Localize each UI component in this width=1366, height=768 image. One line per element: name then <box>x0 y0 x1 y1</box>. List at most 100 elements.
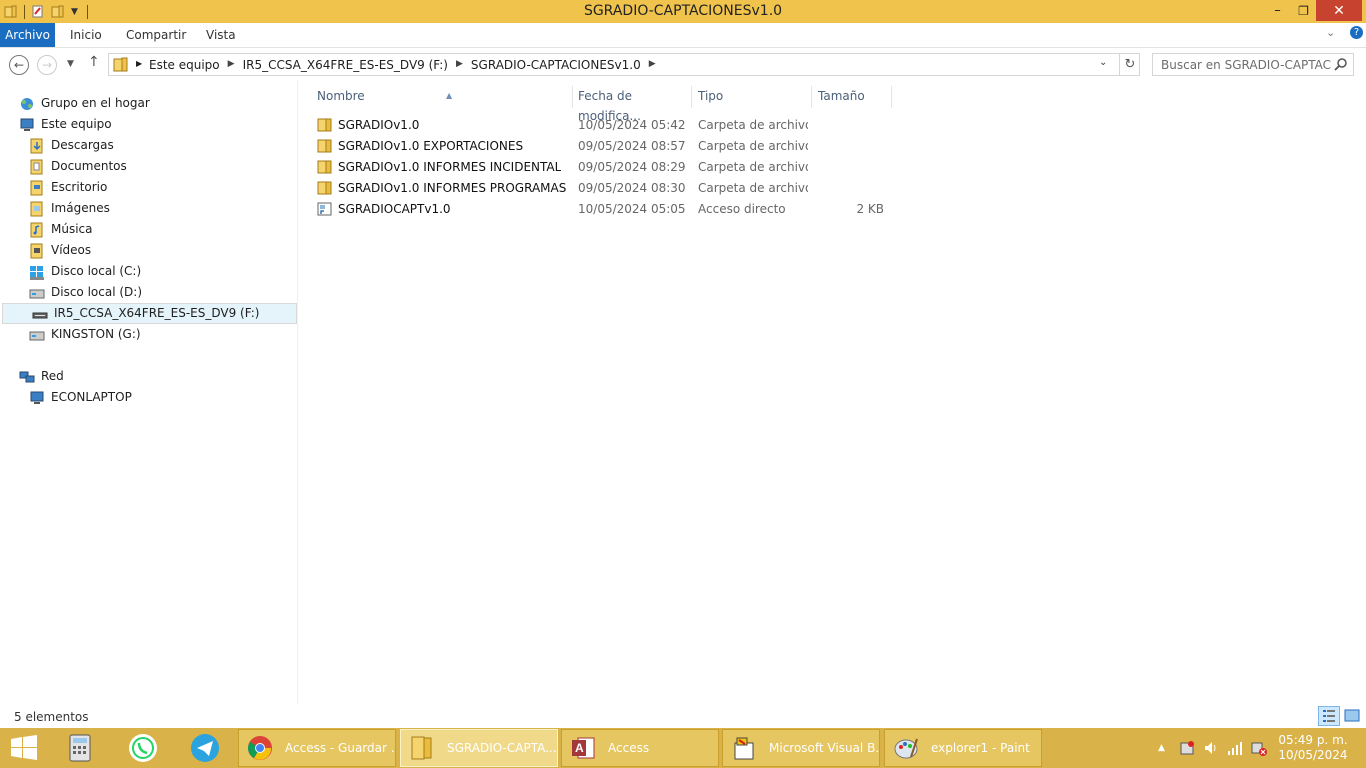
breadcrumb-separator-icon[interactable]: ▶ <box>228 59 235 73</box>
taskbar-task-access[interactable]: A Access <box>561 729 719 767</box>
telegram-pinned[interactable] <box>185 732 225 764</box>
refresh-button[interactable]: ↻ <box>1119 54 1140 75</box>
system-tray: ▲ <box>1158 728 1267 768</box>
nav-homegroup[interactable]: Grupo en el hogar <box>19 93 150 114</box>
column-header-name[interactable]: Nombre ▲ <box>311 86 573 108</box>
column-header-size[interactable]: Tamaño <box>812 86 892 108</box>
list-item[interactable]: SGRADIOCAPTv1.0 10/05/2024 05:05 ... Acc… <box>311 199 891 220</box>
show-hidden-icons-icon[interactable]: ▲ <box>1158 743 1165 753</box>
search-input[interactable]: Buscar en SGRADIO-CAPTACI... <box>1161 58 1331 72</box>
whatsapp-icon <box>129 734 157 762</box>
minimize-button[interactable]: – <box>1264 0 1291 21</box>
file-date: 10/05/2024 05:42 ... <box>578 118 688 132</box>
file-date: 10/05/2024 05:05 ... <box>578 202 688 216</box>
nav-item-drive-f[interactable]: IR5_CCSA_X64FRE_ES-ES_DV9 (F:) <box>2 303 297 324</box>
arrow-left-icon: ← <box>13 58 25 72</box>
svg-text:A: A <box>575 741 584 755</box>
taskbar-task-paint[interactable]: explorer1 - Paint <box>884 729 1042 767</box>
nav-item-econlaptop[interactable]: ECONLAPTOP <box>29 387 132 408</box>
nav-item-imagenes[interactable]: Imágenes <box>29 198 110 219</box>
taskbar-task-explorer[interactable]: SGRADIO-CAPTA... <box>400 729 558 767</box>
tab-archivo[interactable]: Archivo <box>0 23 55 47</box>
nav-label: ECONLAPTOP <box>51 390 132 404</box>
volume-icon[interactable] <box>1203 740 1219 756</box>
nav-item-documentos[interactable]: Documentos <box>29 156 127 177</box>
forward-button[interactable]: → <box>37 55 57 75</box>
calculator-icon <box>69 734 91 762</box>
file-list: Nombre ▲ Fecha de modifica... Tipo Tamañ… <box>299 80 1366 704</box>
list-item[interactable]: SGRADIOv1.0 10/05/2024 05:42 ... Carpeta… <box>311 115 891 136</box>
expand-ribbon-icon[interactable]: ⌄ <box>1326 26 1335 39</box>
usb-drive-icon <box>29 331 45 340</box>
file-type: Acceso directo <box>698 202 786 216</box>
computer-icon <box>30 391 44 404</box>
breadcrumb-drive[interactable]: IR5_CCSA_X64FRE_ES-ES_DV9 (F:) <box>243 58 448 72</box>
column-header-label: Tipo <box>698 89 724 103</box>
breadcrumb-separator-icon[interactable]: ▶ <box>456 59 463 73</box>
start-button[interactable] <box>4 732 44 764</box>
file-name: SGRADIOv1.0 EXPORTACIONES <box>338 139 524 153</box>
nav-item-disco-c[interactable]: Disco local (C:) <box>29 261 141 282</box>
file-type: Carpeta de archivos <box>698 118 808 132</box>
action-center-icon[interactable] <box>1179 740 1195 756</box>
nav-item-kingston[interactable]: KINGSTON (G:) <box>29 324 141 345</box>
list-item[interactable]: SGRADIOv1.0 INFORMES PROGRAMAS 09/05/202… <box>311 178 891 199</box>
nav-item-disco-d[interactable]: Disco local (D:) <box>29 282 142 303</box>
folder-icon <box>317 118 332 132</box>
up-button[interactable]: ↑ <box>88 54 100 70</box>
nav-item-descargas[interactable]: Descargas <box>29 135 114 156</box>
column-header-date[interactable]: Fecha de modifica... <box>572 86 692 123</box>
search-box[interactable]: Buscar en SGRADIO-CAPTACI... <box>1152 53 1354 76</box>
tab-inicio[interactable]: Inicio <box>70 23 102 47</box>
maximize-button[interactable]: ❐ <box>1290 0 1317 21</box>
nav-label: Descargas <box>51 138 114 152</box>
network-status-icon[interactable] <box>1251 740 1267 756</box>
back-button[interactable]: ← <box>9 55 29 75</box>
nav-label: Música <box>51 222 93 236</box>
nav-this-pc[interactable]: Este equipo <box>19 114 112 135</box>
clock-date: 10/05/2024 <box>1278 748 1348 762</box>
title-bar[interactable]: ▼ SGRADIO-CAPTACIONESv1.0 – ❐ ✕ <box>0 0 1366 23</box>
paint-icon <box>894 738 918 759</box>
signal-icon[interactable] <box>1227 740 1243 756</box>
calculator-pinned[interactable] <box>60 732 100 764</box>
list-item[interactable]: SGRADIOv1.0 EXPORTACIONES 09/05/2024 08:… <box>311 136 891 157</box>
address-history-dropdown[interactable]: ⌄ <box>1099 57 1107 68</box>
column-header-label: Nombre <box>317 89 365 103</box>
recent-locations-icon[interactable]: ▼ <box>67 59 74 69</box>
nav-label: KINGSTON (G:) <box>51 327 141 341</box>
nav-label: Documentos <box>51 159 127 173</box>
music-folder-icon <box>30 222 43 237</box>
column-header-type[interactable]: Tipo <box>692 86 812 108</box>
search-icon[interactable] <box>1334 57 1348 71</box>
address-bar[interactable]: ▶ Este equipo ▶ IR5_CCSA_X64FRE_ES-ES_DV… <box>108 53 1140 76</box>
large-icons-view-button[interactable] <box>1341 706 1363 726</box>
breadcrumb-current-folder[interactable]: SGRADIO-CAPTACIONESv1.0 <box>471 58 641 72</box>
nav-item-escritorio[interactable]: Escritorio <box>29 177 107 198</box>
ribbon-tabs: Archivo Inicio Compartir Vista ⌄ ? <box>0 23 1366 48</box>
breadcrumb-separator-icon[interactable]: ▶ <box>649 59 656 73</box>
windows-logo-icon <box>11 735 37 760</box>
nav-network[interactable]: Red <box>19 366 64 387</box>
details-view-button[interactable] <box>1318 706 1340 726</box>
list-item[interactable]: SGRADIOv1.0 INFORMES INCIDENTAL 09/05/20… <box>311 157 891 178</box>
clock[interactable]: 05:49 p. m. 10/05/2024 <box>1278 733 1348 763</box>
taskbar-task-vba[interactable]: Microsoft Visual B... <box>722 729 880 767</box>
help-icon[interactable]: ? <box>1350 26 1363 39</box>
breadcrumb-arrow-icon[interactable]: ▶ <box>136 59 142 68</box>
task-label: Microsoft Visual B... <box>769 741 880 755</box>
nav-item-videos[interactable]: Vídeos <box>29 240 91 261</box>
whatsapp-pinned[interactable] <box>123 732 163 764</box>
navigation-bar: ← → ▼ ↑ ▶ Este equipo ▶ IR5_CCSA_X64FRE_… <box>0 49 1366 80</box>
nav-label: Este equipo <box>41 117 112 131</box>
access-icon: A <box>572 737 595 759</box>
tab-compartir[interactable]: Compartir <box>126 23 186 47</box>
close-button[interactable]: ✕ <box>1316 0 1362 21</box>
nav-item-musica[interactable]: Música <box>29 219 93 240</box>
taskbar-task-chrome[interactable]: Access - Guardar ... <box>238 729 396 767</box>
task-label: SGRADIO-CAPTA... <box>447 741 557 755</box>
details-view-icon <box>1323 710 1335 722</box>
taskbar: Access - Guardar ... SGRADIO-CAPTA... A … <box>0 728 1366 768</box>
tab-vista[interactable]: Vista <box>206 23 236 47</box>
breadcrumb-este-equipo[interactable]: Este equipo <box>149 58 220 72</box>
